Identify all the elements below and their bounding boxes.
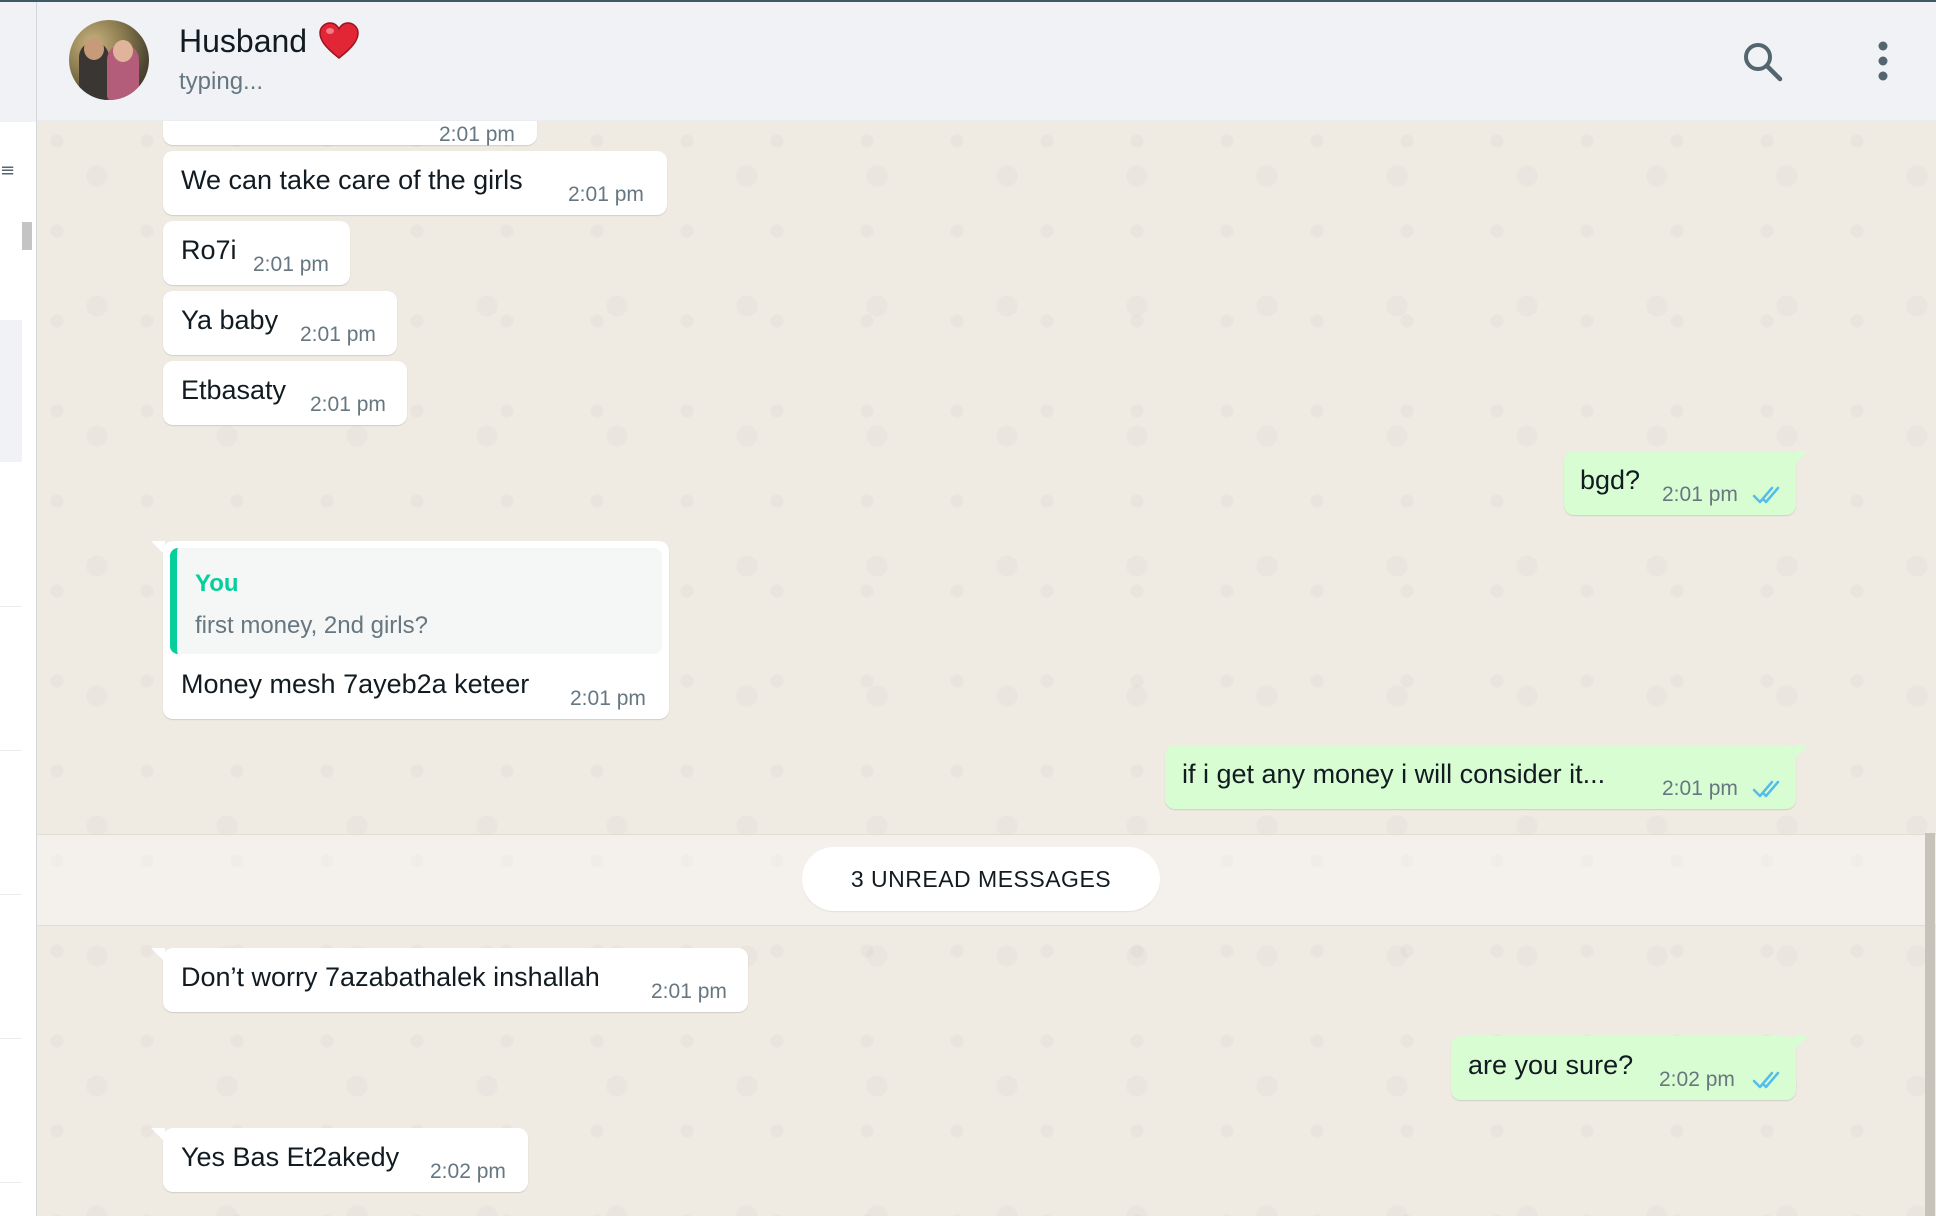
message-text: are you sure? [1468,1050,1634,1080]
chat-list-divider [0,1182,22,1183]
message-text: Yes Bas Et2akedy [181,1142,400,1172]
quoted-text: first money, 2nd girls? [195,612,428,639]
message-incoming[interactable]: Yes Bas Et2akedy 2:02 pm [151,1128,528,1192]
chat-list-divider [0,1038,22,1039]
heart-icon [319,22,359,59]
contact-title[interactable]: Husband [179,22,359,60]
message-time: 2:02 pm [1659,1068,1735,1091]
message-area-scrollbar[interactable] [1925,833,1935,1216]
contact-status: typing... [179,68,264,95]
message-text: Etbasaty [181,375,287,405]
message-text: Ya baby [181,305,279,335]
message-incoming[interactable]: Etbasaty 2:01 pm [163,361,407,425]
message-time: 2:01 pm [1662,777,1738,800]
message-outgoing[interactable]: if i get any money i will consider it...… [1165,745,1808,809]
filter-icon[interactable]: ≡ [0,160,15,181]
message-area[interactable]: 2:01 pm We can take care of the girls 2:… [37,121,1936,1216]
message-time: 2:01 pm [310,393,386,416]
menu-icon[interactable] [1877,40,1889,82]
message-text: if i get any money i will consider it... [1182,759,1606,789]
quoted-author: You [195,570,239,597]
message-time: 2:01 pm [439,123,515,146]
double-check-icon [1752,1071,1780,1089]
message-time: 2:01 pm [570,687,646,710]
chat-list-divider [0,750,22,751]
message-incoming[interactable]: We can take care of the girls 2:01 pm [163,151,667,215]
message-incoming[interactable]: 2:01 pm [163,121,537,146]
chat-list-item-selected[interactable] [0,320,22,462]
chat-list-panel: ≡ [0,2,37,1216]
message-text: Don’t worry 7azabathalek inshallah [181,962,600,992]
double-check-icon [1752,486,1780,504]
message-incoming-with-reply[interactable]: You first money, 2nd girls? Money mesh 7… [151,541,669,719]
chat-list-divider [0,606,22,607]
message-outgoing[interactable]: are you sure? 2:02 pm [1451,1036,1808,1100]
chat-list-divider [0,894,22,895]
message-text: Money mesh 7ayeb2a keteer [181,669,530,699]
contact-name: Husband [179,22,308,59]
message-time: 2:02 pm [430,1160,506,1183]
message-time: 2:01 pm [651,980,727,1003]
chat-list [0,122,36,1216]
unread-messages-divider: 3 UNREAD MESSAGES [802,847,1160,911]
message-time: 2:01 pm [253,253,329,276]
message-text: bgd? [1580,465,1641,495]
double-check-icon [1752,780,1780,798]
message-incoming[interactable]: Ya baby 2:01 pm [163,291,397,355]
conversation-header[interactable]: Husband typing... [37,2,1936,121]
quoted-message[interactable]: You first money, 2nd girls? [170,548,662,654]
message-time: 2:01 pm [568,183,644,206]
message-incoming[interactable]: Ro7i 2:01 pm [163,221,350,285]
search-icon[interactable] [1741,40,1783,82]
message-text: We can take care of the girls [181,165,523,195]
message-incoming[interactable]: Don’t worry 7azabathalek inshallah 2:01 … [151,948,748,1012]
chat-list-scrollbar[interactable] [22,222,32,250]
message-time: 2:01 pm [1662,483,1738,506]
avatar[interactable] [69,20,149,100]
message-text: Ro7i [181,235,237,265]
message-outgoing[interactable]: bgd? 2:01 pm [1564,451,1808,515]
message-time: 2:01 pm [300,323,376,346]
